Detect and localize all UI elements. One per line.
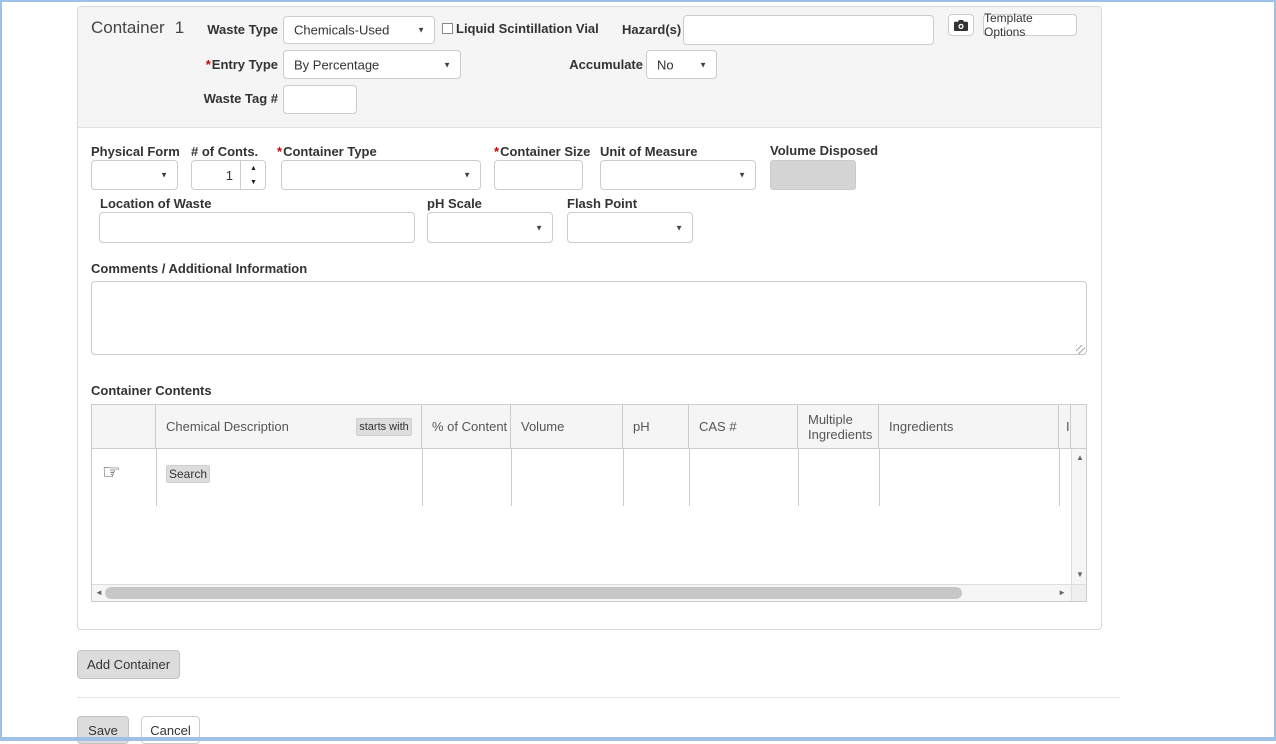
- cancel-label: Cancel: [150, 723, 190, 738]
- search-button-label: Search: [169, 467, 207, 481]
- required-marker: *: [494, 144, 499, 159]
- container-title-text: Container: [91, 18, 165, 37]
- num-conts-input[interactable]: [192, 161, 240, 189]
- volume-disposed-label: Volume Disposed: [770, 143, 878, 158]
- column-header-percent-of-content: % of Content: [422, 405, 511, 448]
- ph-scale-select[interactable]: ▼: [427, 212, 553, 243]
- waste-type-value: Chemicals-Used: [294, 23, 389, 38]
- starts-with-label: starts with: [359, 421, 409, 433]
- textarea-resize-handle[interactable]: [1076, 345, 1085, 354]
- template-options-label: Template Options: [984, 11, 1076, 39]
- waste-type-label: Waste Type: [160, 22, 278, 37]
- vertical-scrollbar[interactable]: ▲ ▼: [1071, 449, 1086, 584]
- table-header-row: Chemical Description % of Content Volume…: [92, 405, 1086, 449]
- horizontal-scrollbar[interactable]: ◄ ►: [92, 584, 1071, 601]
- comments-textarea[interactable]: [91, 281, 1087, 355]
- stepper-up-button[interactable]: ▲: [241, 161, 266, 175]
- liquid-scintillation-vial-label: Liquid Scintillation Vial: [456, 21, 599, 36]
- container-contents-title: Container Contents: [91, 383, 212, 398]
- column-header-multiple-ingredients: Multiple Ingredients: [798, 405, 879, 448]
- accumulate-label: Accumulate: [530, 57, 643, 72]
- column-header-volume: Volume: [511, 405, 623, 448]
- column-header-cas: CAS #: [689, 405, 798, 448]
- container-type-select[interactable]: ▼: [281, 160, 481, 190]
- required-marker: *: [277, 144, 282, 159]
- chevron-down-icon: ▼: [535, 223, 543, 232]
- hazards-input[interactable]: [683, 15, 934, 45]
- camera-icon: [954, 20, 968, 31]
- chevron-down-icon: ▼: [738, 171, 746, 180]
- waste-tag-input[interactable]: [283, 85, 357, 114]
- waste-tag-label: Waste Tag #: [160, 91, 278, 106]
- table-row: ☞ Search: [92, 449, 1071, 506]
- save-button[interactable]: Save: [77, 716, 129, 744]
- scroll-down-button[interactable]: ▼: [1076, 571, 1084, 579]
- ph-scale-label: pH Scale: [427, 196, 482, 211]
- flash-point-select[interactable]: ▼: [567, 212, 693, 243]
- hand-pointer-icon: ☞: [102, 462, 121, 483]
- chevron-down-icon: ▼: [160, 171, 168, 180]
- accumulate-value: No: [657, 57, 674, 72]
- entry-type-value: By Percentage: [294, 57, 379, 72]
- entry-type-label: *Entry Type: [160, 57, 278, 72]
- column-header-rowselect: [92, 405, 156, 448]
- arrow-up-icon: ▲: [250, 165, 257, 172]
- unit-of-measure-select[interactable]: ▼: [600, 160, 756, 190]
- column-header-ph: pH: [623, 405, 689, 448]
- bottom-divider: [77, 697, 1120, 698]
- accumulate-select[interactable]: No ▼: [646, 50, 717, 79]
- entry-type-select[interactable]: By Percentage ▼: [283, 50, 461, 79]
- waste-type-select[interactable]: Chemicals-Used ▼: [283, 16, 435, 44]
- cancel-button[interactable]: Cancel: [141, 716, 200, 744]
- container-size-label: *Container Size: [494, 144, 590, 159]
- physical-form-label: Physical Form: [91, 144, 180, 159]
- stepper-down-button[interactable]: ▼: [241, 175, 266, 189]
- volume-disposed-field: [770, 160, 856, 190]
- add-container-label: Add Container: [87, 657, 170, 672]
- chevron-down-icon: ▼: [463, 171, 471, 180]
- save-label: Save: [88, 723, 118, 738]
- column-header-ingredients: Ingredients: [879, 405, 1059, 448]
- required-marker: *: [206, 57, 211, 72]
- column-header-clipped: I: [1059, 405, 1071, 448]
- entry-type-label-text: Entry Type: [212, 57, 278, 72]
- num-conts-label: # of Conts.: [191, 144, 258, 159]
- search-button[interactable]: Search: [166, 465, 210, 483]
- location-of-waste-input[interactable]: [99, 212, 415, 243]
- physical-form-select[interactable]: ▼: [91, 160, 178, 190]
- horizontal-scrollbar-thumb[interactable]: [105, 587, 962, 599]
- num-conts-stepper: ▲ ▼: [191, 160, 266, 190]
- comments-label: Comments / Additional Information: [91, 261, 307, 276]
- scroll-up-button[interactable]: ▲: [1076, 454, 1084, 462]
- camera-button[interactable]: [948, 14, 974, 36]
- liquid-scintillation-vial-checkbox[interactable]: [442, 23, 453, 34]
- flash-point-label: Flash Point: [567, 196, 637, 211]
- chevron-down-icon: ▼: [699, 60, 707, 69]
- container-contents-table: Chemical Description % of Content Volume…: [91, 404, 1087, 602]
- arrow-down-icon: ▼: [250, 179, 257, 186]
- container-size-input[interactable]: [494, 160, 583, 190]
- container-type-label-text: Container Type: [283, 144, 377, 159]
- template-options-button[interactable]: Template Options: [983, 14, 1077, 36]
- scroll-right-button[interactable]: ►: [1058, 589, 1066, 597]
- chevron-down-icon: ▼: [417, 26, 425, 35]
- location-of-waste-label: Location of Waste: [100, 196, 211, 211]
- scrollbar-corner: [1071, 584, 1086, 601]
- unit-of-measure-label: Unit of Measure: [600, 144, 698, 159]
- container-size-label-text: Container Size: [500, 144, 590, 159]
- add-container-button[interactable]: Add Container: [77, 650, 180, 679]
- hazards-label: Hazard(s): [622, 22, 681, 37]
- starts-with-filter-button[interactable]: starts with: [356, 418, 412, 436]
- scroll-left-button[interactable]: ◄: [95, 589, 103, 597]
- container-type-label: *Container Type: [277, 144, 377, 159]
- chevron-down-icon: ▼: [675, 223, 683, 232]
- chevron-down-icon: ▼: [443, 60, 451, 69]
